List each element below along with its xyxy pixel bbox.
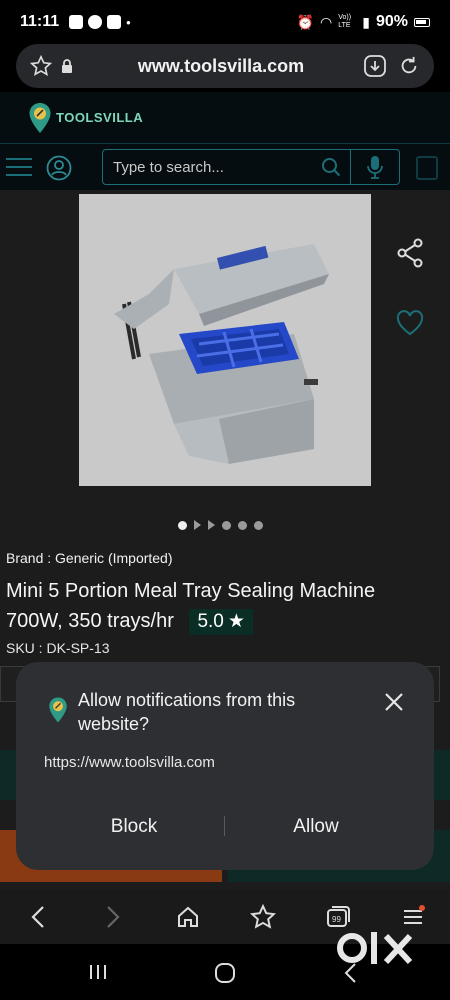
search-box bbox=[102, 149, 400, 185]
url-bar[interactable]: www.toolsvilla.com bbox=[16, 44, 434, 88]
back-icon[interactable] bbox=[24, 903, 52, 931]
battery-text: 90% bbox=[375, 13, 408, 30]
carousel-dot[interactable] bbox=[222, 520, 231, 530]
wishlist-heart-icon[interactable] bbox=[396, 310, 424, 336]
cart-icon[interactable] bbox=[416, 156, 438, 180]
volte-label: Vo)) LTE bbox=[338, 14, 352, 29]
url-text[interactable]: www.toolsvilla.com bbox=[80, 56, 362, 77]
dialog-title: Allow notifications from this website? bbox=[78, 690, 296, 734]
mic-icon bbox=[367, 156, 383, 179]
brand-line: Brand : Generic (Imported) bbox=[6, 550, 173, 566]
rating-value: 5.0 bbox=[197, 611, 224, 632]
notification-permission-dialog: Allow notifications from this website? h… bbox=[16, 662, 434, 870]
rating-badge[interactable]: 5.0 ★ bbox=[189, 609, 253, 635]
search-icon bbox=[322, 158, 341, 177]
voice-search-button[interactable] bbox=[351, 150, 399, 184]
carousel-dot[interactable] bbox=[238, 520, 247, 530]
share-icon[interactable] bbox=[396, 238, 424, 268]
product-image[interactable] bbox=[79, 194, 371, 486]
carousel-dot[interactable] bbox=[178, 520, 187, 530]
alarm-icon: ⏰ bbox=[296, 13, 315, 30]
whatsapp-icon bbox=[88, 15, 103, 29]
svg-text:99: 99 bbox=[332, 915, 341, 924]
home-icon[interactable] bbox=[174, 903, 202, 931]
system-home-icon[interactable] bbox=[214, 962, 236, 984]
signal-icon: ▮ bbox=[362, 13, 370, 30]
account-icon[interactable] bbox=[46, 155, 72, 181]
sku: SKU : DK-SP-13 bbox=[6, 640, 110, 656]
bookmark-star-icon[interactable] bbox=[28, 53, 54, 79]
reload-icon[interactable] bbox=[396, 53, 422, 79]
recents-icon[interactable] bbox=[88, 964, 108, 980]
site-logo-icon bbox=[49, 697, 67, 723]
carousel-dot[interactable] bbox=[254, 520, 263, 530]
app-icon bbox=[107, 15, 122, 29]
carousel-video-dot[interactable] bbox=[208, 520, 215, 530]
button-divider bbox=[224, 816, 225, 836]
block-button[interactable]: Block bbox=[44, 810, 224, 844]
wifi-icon: ◠ bbox=[320, 13, 333, 30]
site-header: TOOLSVILLA bbox=[0, 92, 450, 144]
lock-icon[interactable] bbox=[54, 53, 80, 79]
gallery-icon bbox=[69, 15, 84, 29]
battery-icon bbox=[414, 17, 430, 27]
carousel-video-dot[interactable] bbox=[194, 520, 201, 530]
menu-icon[interactable] bbox=[6, 158, 32, 176]
forward-icon[interactable] bbox=[99, 903, 127, 931]
logo-pin-icon[interactable] bbox=[28, 102, 52, 134]
search-button[interactable] bbox=[312, 150, 352, 184]
status-time: 11:11 bbox=[20, 13, 60, 30]
tray-sealer-illustration bbox=[79, 194, 371, 486]
search-input[interactable] bbox=[103, 158, 312, 176]
status-right: ⏰ ◠ Vo)) LTE ▮ 90% bbox=[297, 13, 430, 31]
download-icon[interactable] bbox=[362, 53, 388, 79]
logo-text[interactable]: TOOLSVILLA bbox=[56, 110, 143, 125]
product-title: Mini 5 Portion Meal Tray Sealing Machine… bbox=[6, 576, 436, 636]
bookmarks-icon[interactable] bbox=[249, 903, 277, 931]
notification-icons: • bbox=[69, 15, 131, 30]
dot-icon: • bbox=[126, 14, 131, 30]
rating-star-icon: ★ bbox=[227, 611, 245, 632]
allow-button[interactable]: Allow bbox=[226, 810, 406, 844]
nav-row bbox=[0, 144, 450, 190]
close-icon[interactable] bbox=[380, 688, 408, 716]
olx-watermark-logo bbox=[337, 932, 413, 965]
status-bar: 11:11 • ⏰ ◠ Vo)) LTE ▮ 90% bbox=[0, 0, 450, 44]
carousel-dots bbox=[178, 520, 263, 530]
dialog-url: https://www.toolsvilla.com bbox=[44, 754, 215, 771]
